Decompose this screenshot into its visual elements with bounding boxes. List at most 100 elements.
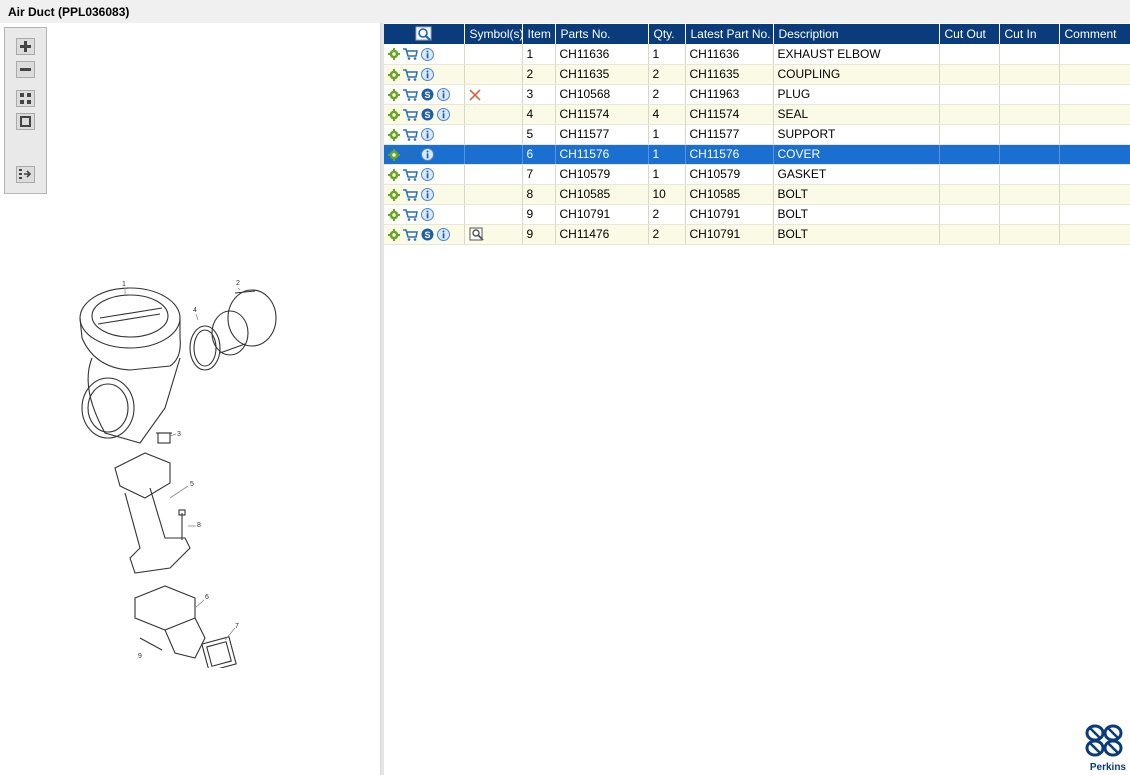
column-item-header[interactable]: Item — [522, 24, 556, 44]
qty-cell: 10 — [648, 184, 686, 205]
table-row[interactable]: 8 CH10585 10 CH10585 BOLT — [384, 184, 1130, 205]
table-row[interactable]: 7 CH10579 1 CH10579 GASKET — [384, 164, 1130, 185]
info-icon[interactable] — [421, 168, 434, 182]
table-row[interactable]: 1 CH11636 1 CH11636 EXHAUST ELBOW — [384, 44, 1130, 65]
gear-icon[interactable] — [388, 128, 400, 141]
qty-cell: 2 — [648, 224, 686, 245]
callout-5[interactable]: 5 — [190, 481, 194, 488]
column-actions-header[interactable] — [384, 24, 465, 44]
description-cell: COVER — [773, 144, 940, 165]
latest-part-cell: CH10579 — [685, 164, 774, 185]
callout-8[interactable]: 8 — [197, 522, 201, 529]
cart-icon[interactable] — [403, 228, 418, 241]
symbols-cell — [464, 44, 523, 65]
cut-in-cell — [999, 204, 1060, 225]
supersession-icon[interactable]: S — [421, 228, 434, 241]
cut-in-cell — [999, 164, 1060, 185]
table-row[interactable]: S 9 CH11476 2 CH10791 BOLT — [384, 224, 1130, 245]
symbols-cell — [464, 124, 523, 145]
callout-3[interactable]: 3 — [177, 431, 181, 438]
cart-icon[interactable] — [403, 128, 418, 141]
gear-icon[interactable] — [388, 108, 400, 121]
column-parts-no-header[interactable]: Parts No. — [555, 24, 649, 44]
symbols-cell — [464, 224, 523, 245]
item-cell: 2 — [522, 64, 556, 85]
info-icon[interactable] — [421, 47, 434, 61]
callout-4[interactable]: 4 — [193, 307, 197, 314]
gear-icon[interactable] — [388, 208, 400, 221]
table-row[interactable]: 9 CH10791 2 CH10791 BOLT — [384, 204, 1130, 225]
view-drawing-icon[interactable] — [469, 227, 485, 242]
cut-out-cell — [939, 104, 1000, 125]
info-icon[interactable] — [437, 108, 450, 122]
drawing-pane[interactable]: 1 2 4 3 5 8 6 7 9 — [0, 23, 381, 775]
parts-no-cell: CH11636 — [555, 44, 649, 65]
title-bar: Air Duct (PPL036083) — [0, 0, 1130, 23]
table-row[interactable]: 2 CH11635 2 CH11635 COUPLING — [384, 64, 1130, 85]
window-title: Air Duct (PPL036083) — [8, 5, 130, 19]
supersession-icon[interactable]: S — [421, 88, 434, 101]
parts-no-cell: CH11576 — [555, 144, 649, 165]
info-icon[interactable] — [421, 148, 434, 162]
column-symbols-header[interactable]: Symbol(s) — [464, 24, 524, 44]
parts-no-cell: CH11476 — [555, 224, 649, 245]
info-icon[interactable] — [421, 188, 434, 202]
description-cell: PLUG — [773, 84, 940, 105]
cart-icon[interactable] — [403, 188, 418, 201]
zoom-out-button[interactable] — [16, 61, 35, 78]
comment-cell — [1059, 204, 1130, 225]
toggle-panel-button[interactable] — [16, 166, 35, 183]
item-cell: 3 — [522, 84, 556, 105]
cart-icon[interactable] — [403, 168, 418, 181]
cart-icon[interactable] — [403, 88, 418, 101]
gear-icon[interactable] — [388, 48, 400, 61]
comment-cell — [1059, 144, 1130, 165]
callout-2[interactable]: 2 — [236, 280, 240, 287]
column-description-header[interactable]: Description — [773, 24, 940, 44]
cart-icon[interactable] — [403, 148, 418, 161]
table-row[interactable]: S 4 CH11574 4 CH11574 SEAL — [384, 104, 1130, 125]
gear-icon[interactable] — [388, 148, 400, 161]
cart-icon[interactable] — [403, 68, 418, 81]
table-row[interactable]: 5 CH11577 1 CH11577 SUPPORT — [384, 124, 1130, 145]
actual-size-button[interactable] — [16, 113, 35, 130]
gear-icon[interactable] — [388, 228, 400, 241]
column-cut-in-header[interactable]: Cut In — [999, 24, 1060, 44]
callout-9[interactable]: 9 — [138, 653, 142, 660]
row-actions-cell — [384, 44, 465, 65]
column-comment-header[interactable]: Comment — [1059, 24, 1130, 44]
info-icon[interactable] — [421, 68, 434, 82]
fit-window-button[interactable] — [16, 90, 35, 107]
cut-out-cell — [939, 224, 1000, 245]
row-actions-cell — [384, 64, 465, 85]
cart-icon[interactable] — [403, 48, 418, 61]
zoom-in-button[interactable] — [16, 38, 35, 55]
gear-icon[interactable] — [388, 68, 400, 81]
qty-cell: 2 — [648, 84, 686, 105]
column-qty-header[interactable]: Qty. — [648, 24, 686, 44]
row-actions-cell — [384, 144, 465, 165]
latest-part-cell: CH10791 — [685, 204, 774, 225]
info-icon[interactable] — [437, 88, 450, 102]
gear-icon[interactable] — [388, 168, 400, 181]
info-icon[interactable] — [437, 228, 450, 242]
table-row[interactable]: S 3 CH10568 2 CH11963 PLUG — [384, 84, 1130, 105]
supersession-icon[interactable]: S — [421, 108, 434, 121]
cart-icon[interactable] — [403, 208, 418, 221]
callout-7[interactable]: 7 — [235, 623, 239, 630]
cut-in-cell — [999, 184, 1060, 205]
item-cell: 1 — [522, 44, 556, 65]
symbols-cell — [464, 104, 523, 125]
gear-icon[interactable] — [388, 88, 400, 101]
table-row[interactable]: 6 CH11576 1 CH11576 COVER — [384, 144, 1130, 165]
callout-6[interactable]: 6 — [205, 594, 209, 601]
callout-1[interactable]: 1 — [122, 281, 126, 288]
info-icon[interactable] — [421, 208, 434, 222]
gear-icon[interactable] — [388, 188, 400, 201]
latest-part-cell: CH11577 — [685, 124, 774, 145]
exploded-parts-drawing[interactable]: 1 2 4 3 5 8 6 7 9 — [70, 258, 300, 668]
cart-icon[interactable] — [403, 108, 418, 121]
column-latest-part-header[interactable]: Latest Part No. — [685, 24, 774, 44]
column-cut-out-header[interactable]: Cut Out — [939, 24, 1000, 44]
info-icon[interactable] — [421, 128, 434, 142]
